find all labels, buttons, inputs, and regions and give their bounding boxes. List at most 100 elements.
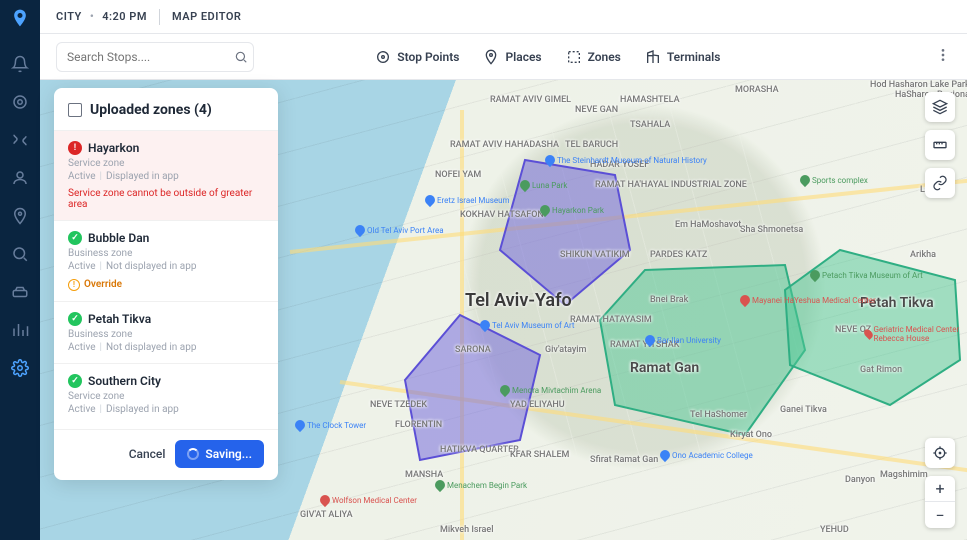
map-label-neve-gan: NEVE GAN	[575, 105, 618, 115]
nav-routes-icon[interactable]	[10, 130, 30, 150]
map-label-givatayim: Giv'atayim	[545, 345, 586, 355]
save-label: Saving...	[205, 447, 252, 461]
map-label-sarona: SARONA	[455, 345, 491, 355]
map-label-nofei-yam: NOFEI YAM	[435, 170, 481, 180]
poi-luna: Luna Park	[520, 180, 567, 190]
zoom-in-button[interactable]: +	[925, 476, 955, 502]
search-icon	[234, 49, 248, 68]
panel-title: Uploaded zones (4)	[90, 102, 212, 118]
zone-status: Active	[68, 342, 96, 353]
nav-driver-icon[interactable]	[10, 168, 30, 188]
zone-type: Service zone	[68, 391, 264, 402]
zone-card-petah-tikva[interactable]: ✓Petah Tikva Business zone Active|Not di…	[54, 301, 278, 363]
nav-zones[interactable]: Zones	[566, 49, 621, 65]
map-label-arikha: Arikha	[910, 250, 936, 260]
nav-places-label: Places	[505, 50, 541, 64]
zone-status: Active	[68, 404, 96, 415]
spinner-icon	[187, 448, 199, 460]
nav-terminals-label: Terminals	[667, 50, 721, 64]
poi-begin: Menachem Begin Park	[435, 480, 527, 490]
poi-ono: Ono Academic College	[660, 450, 753, 460]
map-label-ramat-aviv-h: RAMAT AVIV HAHADASHA	[450, 140, 559, 150]
poi-menora: Menora Mivtachim Arena	[500, 385, 601, 395]
map-label-gat-rimon: Gat Rimon	[860, 365, 902, 375]
map-label-ramat-hatayasim: RAMAT HATAYASIM	[570, 315, 652, 325]
poi-mayanei: Mayanei HaYeshua Medical Center	[740, 295, 876, 305]
map-label-magshimim: Magshimim	[880, 470, 928, 480]
nav-places[interactable]: Places	[483, 49, 541, 65]
map-label-danyon: Danyon	[845, 475, 875, 485]
map-controls-top	[925, 92, 955, 198]
map-label-kfar-shalem: KFAR SHALEM	[510, 450, 569, 460]
map-label-manshar: MANSHA​	[405, 470, 443, 480]
header-city: CITY	[56, 10, 82, 23]
poi-eretz: Eretz Israel Museum	[425, 195, 510, 205]
zone-status: Active	[68, 261, 96, 272]
zone-type: Business zone	[68, 329, 264, 340]
poi-hayarkon-park: Hayarkon Park	[540, 205, 604, 215]
zone-display: Displayed in app	[106, 171, 179, 182]
zone-name: Southern City	[88, 374, 161, 388]
header-separator: •	[90, 10, 94, 23]
error-icon: !	[68, 141, 82, 155]
nav-pin-icon[interactable]	[10, 206, 30, 226]
map-label-kiryat-ono: Kiryat Ono	[730, 430, 772, 440]
map-label-ramat-aviv: RAMAT AVIV GIMEL	[490, 95, 571, 105]
poi-old-port: Old Tel Aviv Port Area	[355, 225, 444, 235]
select-all-checkbox[interactable]	[68, 103, 82, 117]
save-button[interactable]: Saving...	[175, 440, 264, 468]
poi-clock: The Clock Tower	[295, 420, 366, 430]
zone-name: Hayarkon	[88, 141, 139, 155]
map-label-florentin: FLORENTIN	[395, 420, 442, 430]
map-label-mikveh: Mikveh Israel	[440, 525, 494, 535]
map-label-kokhav: KOKHAV HATSAFON	[460, 210, 544, 220]
search-input[interactable]	[56, 42, 254, 72]
map-label-hamashtela: HAMASHTELA	[620, 95, 680, 105]
map-label-em-moshavot: Em HaMoshavot	[675, 220, 741, 230]
nav-stats-icon[interactable]	[10, 320, 30, 340]
more-menu-button[interactable]	[935, 47, 951, 67]
nav-vehicle-icon[interactable]	[10, 282, 30, 302]
map-link-button[interactable]	[925, 168, 955, 198]
map-city-ramat-gan: Ramat Gan	[630, 360, 699, 376]
map-label-pardes: PARDES KATZ	[650, 250, 707, 260]
poi-barilan: Bar-Ilan University	[645, 335, 721, 345]
nav-alerts-icon[interactable]	[10, 54, 30, 74]
zone-card-southern-city[interactable]: ✓Southern City Service zone Active|Displ…	[54, 363, 278, 425]
poi-steinhardt: The Steinhardt Museum of Natural History	[545, 155, 707, 165]
header-time: 4:20 PM	[102, 10, 147, 23]
poi-tlv-museum: Tel Aviv Museum of Art	[480, 320, 575, 330]
map-zoom-control: + −	[925, 476, 955, 528]
map-measure-button[interactable]	[925, 130, 955, 160]
zone-type: Business zone	[68, 248, 264, 259]
zoom-out-button[interactable]: −	[925, 502, 955, 528]
zone-card-bubble-dan[interactable]: ✓Bubble Dan Business zone Active|Not dis…	[54, 220, 278, 301]
cancel-button[interactable]: Cancel	[129, 440, 166, 468]
poi-sports: Sports complex	[800, 175, 868, 185]
nav-target-icon[interactable]	[10, 92, 30, 112]
app-logo[interactable]	[10, 8, 30, 28]
uploaded-zones-panel: Uploaded zones (4) ! Hayarkon Service zon…	[54, 88, 278, 480]
override-badge: !Override	[68, 279, 122, 291]
map-label-sha: Sha Shmonetsa	[740, 225, 803, 235]
map-label-sfirat: Sfirat Ramat Gan	[590, 455, 658, 465]
zone-card-hayarkon[interactable]: !Hayarkon Service zone Active|Displayed …	[54, 130, 278, 220]
map-city-tel-aviv: Tel Aviv-Yafo	[465, 290, 572, 311]
left-sidebar	[0, 0, 40, 540]
header-section: MAP EDITOR	[172, 10, 241, 23]
check-icon: ✓	[68, 312, 82, 326]
map-layers-button[interactable]	[925, 92, 955, 122]
nav-settings-icon[interactable]	[10, 358, 30, 378]
map-label-tsahala: TSAHALA	[630, 120, 670, 130]
zone-error-msg: Service zone cannot be outside of greate…	[68, 188, 264, 210]
zone-display: Not displayed in app	[106, 261, 196, 272]
map-locate-button[interactable]	[925, 438, 955, 468]
nav-terminals[interactable]: Terminals	[645, 49, 721, 65]
nav-stop-points[interactable]: Stop Points	[375, 49, 459, 65]
map-label-givat-aliya: GIV'AT ALIYA	[300, 510, 353, 520]
nav-search-user-icon[interactable]	[10, 244, 30, 264]
header-divider	[159, 9, 160, 25]
poi-wolfson: Wolfson Medical Center	[320, 495, 417, 505]
check-icon: ✓	[68, 231, 82, 245]
poi-geriatric: Geriatric Medical Center Rebecca House	[865, 325, 967, 343]
